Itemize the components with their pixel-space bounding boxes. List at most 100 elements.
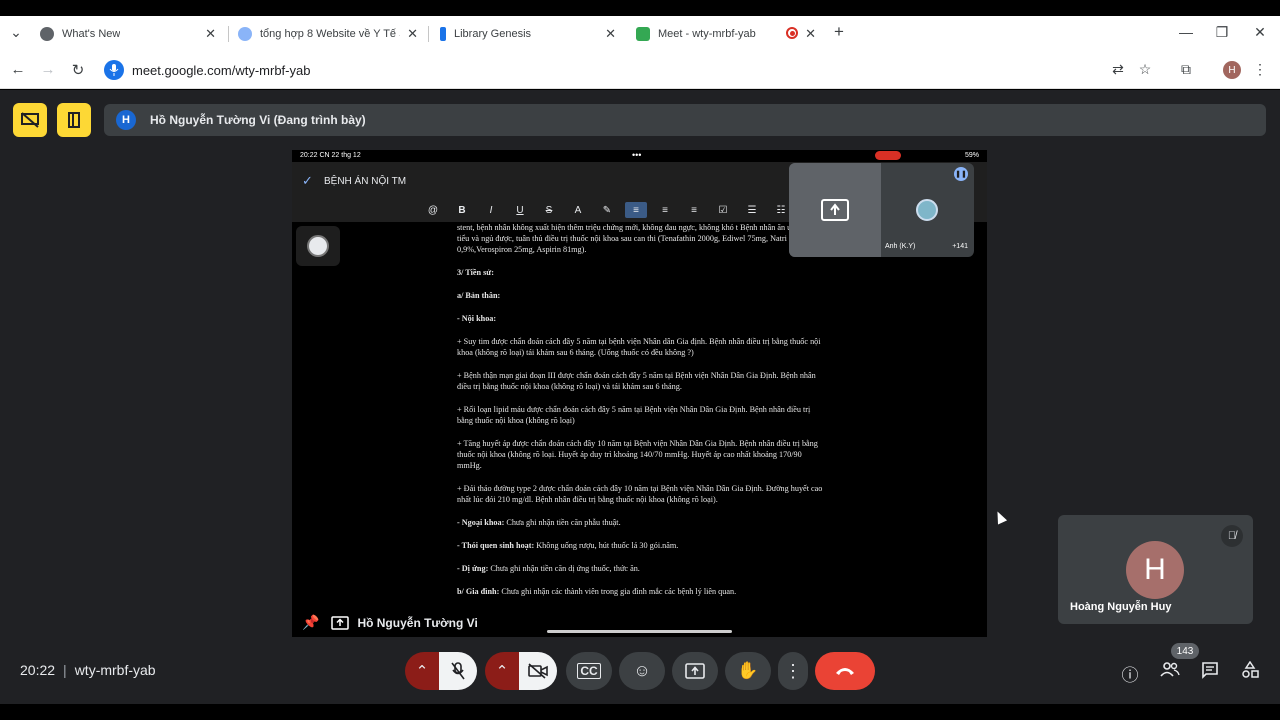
tab-website-y-te[interactable]: tổng hợp 8 Website về Y Tế Sứ ✕ <box>230 16 426 51</box>
meet-stage: H Hồ Nguyễn Tường Vi (Đang trình bày) 20… <box>0 90 1280 704</box>
address-bar: ← → ↻ meet.google.com/wty-mrbf-yab ⇄ ☆ ⧉… <box>0 51 1280 89</box>
align-right-icon[interactable]: ≡ <box>683 202 705 218</box>
tab-divider <box>228 26 229 42</box>
library-icon <box>440 26 446 41</box>
doc-line: - Thói quen sinh hoạt: Không uống rượu, … <box>457 540 827 551</box>
clock: 20:22 <box>20 662 56 678</box>
checklist-icon[interactable]: ☑ <box>712 202 734 218</box>
doc-value: Chưa ghi nhận tiền căn dị ứng thuốc, thứ… <box>488 564 640 573</box>
align-left-icon[interactable]: ≡ <box>625 202 647 218</box>
bookmark-star-icon[interactable]: ☆ <box>1135 61 1155 78</box>
restore-button[interactable]: ❐ <box>1212 24 1232 41</box>
stop-presenting-button[interactable] <box>13 103 47 137</box>
doc-title: BỆNH ÁN NỘI TM <box>324 176 407 187</box>
doc-paragraph: stent, bệnh nhân không xuất hiện thêm tr… <box>457 223 820 254</box>
participant-tile[interactable]: 🎙̸ H Hoàng Nguyễn Huy <box>1058 515 1253 624</box>
tab-divider <box>428 26 429 42</box>
close-icon[interactable]: ✕ <box>805 26 816 42</box>
mouse-cursor <box>992 509 1008 525</box>
close-window-button[interactable]: ✕ <box>1250 24 1270 41</box>
reload-button[interactable]: ↻ <box>68 61 88 79</box>
meeting-details-icon[interactable]: ⓘ <box>1119 661 1141 686</box>
captions-button[interactable]: CC <box>566 652 612 690</box>
close-icon[interactable]: ✕ <box>407 26 418 42</box>
extensions-icon[interactable]: ⧉ <box>1176 61 1196 78</box>
letterbox <box>0 704 1280 720</box>
doc-line: - Dị ứng: Chưa ghi nhận tiền căn dị ứng … <box>457 563 827 574</box>
tab-whats-new[interactable]: What's New ✕ <box>32 16 224 51</box>
pin-icon[interactable]: 📌 <box>302 614 319 631</box>
text-color-icon[interactable]: A <box>567 202 589 218</box>
picture-in-picture[interactable]: ❚❚ Anh (K.Y) +141 <box>789 163 974 257</box>
tab-label: Meet - wty-mrbf-yab <box>658 27 756 40</box>
activities-icon[interactable] <box>1239 660 1261 684</box>
more-vert-icon: ⋮ <box>784 660 802 681</box>
participant-avatar: H <box>1126 541 1184 599</box>
forward-button[interactable]: → <box>38 61 58 78</box>
checkmark-icon[interactable]: ✓ <box>302 173 313 189</box>
bold-icon[interactable]: B <box>451 202 473 218</box>
device-status-bar: 20:22 CN 22 thg 12 ••• 59% <box>292 150 987 162</box>
bullet-list-icon[interactable]: ☰ <box>741 202 763 218</box>
format-toolbar: @ B I U S A ✎ ≡ ≡ ≡ ☑ ☰ ☷ <box>422 202 799 218</box>
chat-icon[interactable] <box>1199 661 1221 684</box>
doc-heading: a/ Bản thân: <box>457 291 501 300</box>
reactions-button[interactable]: ☺ <box>619 652 665 690</box>
recording-icon <box>786 27 798 39</box>
assistive-touch-button[interactable] <box>296 226 340 266</box>
meeting-code: wty-mrbf-yab <box>74 662 156 678</box>
tab-library-genesis[interactable]: Library Genesis ✕ <box>432 16 624 51</box>
highlighter-icon[interactable]: ✎ <box>596 202 618 218</box>
back-button[interactable]: ← <box>8 61 28 78</box>
strikethrough-icon[interactable]: S <box>538 202 560 218</box>
site-icon <box>238 26 252 41</box>
new-tab-button[interactable]: + <box>829 22 849 42</box>
presenter-name: Hồ Nguyễn Tường Vi (Đang trình bày) <box>150 113 366 127</box>
audio-options-button[interactable]: ⌃ <box>405 652 439 690</box>
tab-meet[interactable]: Meet - wty-mrbf-yab ✕ <box>628 16 824 51</box>
tab-label: What's New <box>62 27 121 40</box>
underline-icon[interactable]: U <box>509 202 531 218</box>
mention-icon[interactable]: @ <box>422 202 444 218</box>
minimize-button[interactable]: — <box>1176 24 1196 40</box>
chrome-icon <box>40 26 54 41</box>
close-icon[interactable]: ✕ <box>605 26 616 42</box>
italic-icon[interactable]: I <box>480 202 502 218</box>
doc-heading: - Nội khoa: <box>457 314 497 323</box>
circle-icon <box>307 235 329 257</box>
captions-icon: CC <box>577 663 601 679</box>
screen-off-icon <box>21 112 39 128</box>
mic-off-icon <box>451 662 465 680</box>
mic-icon[interactable] <box>104 60 124 80</box>
pin-layout-button[interactable] <box>57 103 91 137</box>
emoji-icon: ☺ <box>633 661 651 680</box>
raise-hand-button[interactable]: ✋ <box>725 652 771 690</box>
document-body: stent, bệnh nhân không xuất hiện thêm tr… <box>457 222 827 609</box>
present-screen-icon <box>685 663 705 679</box>
doc-paragraph: + Bệnh thận mạn giai đoạn III được chẩn … <box>457 371 816 391</box>
doc-key: - Dị ứng: <box>457 564 489 573</box>
translate-icon[interactable]: ⇄ <box>1108 61 1128 78</box>
profile-avatar[interactable]: H <box>1223 61 1241 79</box>
leave-call-button[interactable] <box>815 652 875 690</box>
meeting-info: 20:22 | wty-mrbf-yab <box>20 662 156 678</box>
camera-off-icon <box>528 663 548 679</box>
more-menu-icon[interactable]: ⋮ <box>1250 61 1270 78</box>
align-center-icon[interactable]: ≡ <box>654 202 676 218</box>
microphone-button[interactable] <box>439 652 477 690</box>
close-icon[interactable]: ✕ <box>205 26 216 42</box>
dots-icon: ••• <box>632 150 642 160</box>
camera-button[interactable] <box>519 652 557 690</box>
omnibox[interactable]: meet.google.com/wty-mrbf-yab <box>100 56 1100 84</box>
people-icon[interactable] <box>1159 661 1181 682</box>
doc-paragraph: + Tăng huyết áp được chẩn đoán cách đây … <box>457 439 818 470</box>
more-options-button[interactable]: ⋮ <box>778 652 808 690</box>
present-now-button[interactable] <box>672 652 718 690</box>
video-options-button[interactable]: ⌃ <box>485 652 519 690</box>
hang-up-icon <box>836 668 854 675</box>
tab-search-icon[interactable]: ⌄ <box>6 24 26 41</box>
doc-paragraph: + Đái tháo đường type 2 được chẩn đoán c… <box>457 484 823 504</box>
doc-paragraph: + Rối loạn lipid máu được chẩn đoán cách… <box>457 405 811 425</box>
doc-key: - Ngoại khoa: <box>457 518 505 527</box>
mic-off-icon: 🎙̸ <box>1221 525 1243 547</box>
